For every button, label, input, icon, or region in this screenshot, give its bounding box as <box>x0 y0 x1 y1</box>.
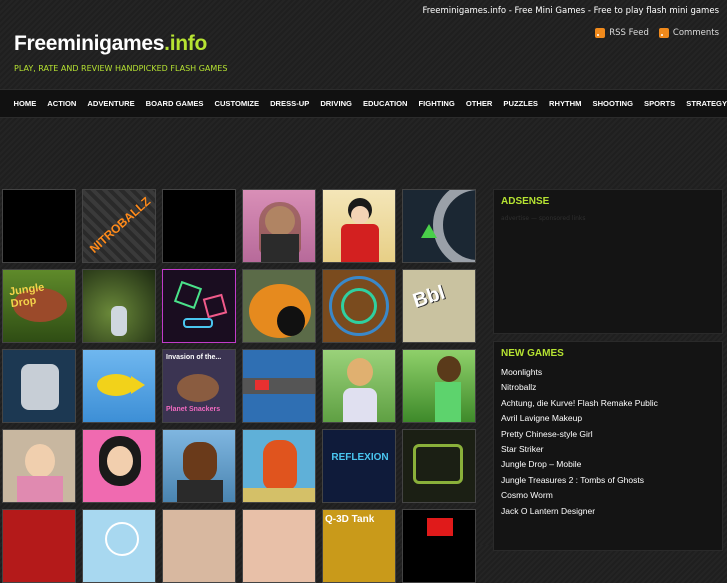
nav-item-other[interactable]: OTHER <box>460 99 498 108</box>
new-game-link[interactable]: Pretty Chinese-style Girl <box>501 427 715 442</box>
new-games-list: Moonlights Nitroballz Achtung, die Kurve… <box>494 365 722 519</box>
nav-item-rhythm[interactable]: RHYTHM <box>544 99 587 108</box>
rss-icon <box>595 28 606 38</box>
adsense-panel: ADSENSE advertise — sponsored links <box>493 189 723 334</box>
game-thumb-jack-o-lantern[interactable] <box>242 269 316 343</box>
site-logo[interactable]: Freeminigames.info <box>14 32 207 56</box>
new-game-link[interactable]: Nitroballz <box>501 380 715 395</box>
game-thumb-chinese-girl[interactable] <box>322 189 396 263</box>
new-game-link[interactable]: Star Striker <box>501 442 715 457</box>
game-thumb-princess[interactable] <box>2 429 76 503</box>
new-game-link[interactable]: Avril Lavigne Makeup <box>501 411 715 426</box>
new-games-panel: NEW GAMES Moonlights Nitroballz Achtung,… <box>493 341 723 551</box>
q3d-tank-title: Q-3D Tank <box>325 514 375 525</box>
game-thumb-reflexion[interactable]: REFLEXION <box>322 429 396 503</box>
game-thumb-two-faces[interactable] <box>162 509 236 583</box>
new-game-link[interactable]: Achtung, die Kurve! Flash Remake Public <box>501 396 715 411</box>
game-thumb-planet-snackers[interactable]: Invasion of the... Planet Snackers <box>162 349 236 423</box>
main-nav: HOME ACTION ADVENTURE BOARD GAMES CUSTOM… <box>0 89 727 118</box>
nav-item-dress-up[interactable]: DRESS-UP <box>265 99 315 108</box>
game-thumb-bubble-blue[interactable] <box>82 509 156 583</box>
logo-ext: .info <box>164 32 207 55</box>
rss-feed-label: RSS Feed <box>609 28 649 38</box>
logo-main: Freeminigames <box>14 32 165 55</box>
nitroballz-title: NITROBALLZ <box>86 194 154 256</box>
comments-feed-link[interactable]: Comments <box>658 28 719 38</box>
game-thumb-star-striker[interactable] <box>402 189 476 263</box>
adsense-hint: advertise — sponsored links <box>501 215 586 222</box>
adsense-title: ADSENSE <box>501 196 550 207</box>
game-thumb-cosmo-worm[interactable] <box>162 269 236 343</box>
new-game-link[interactable]: Moonlights <box>501 365 715 380</box>
tagline: PLAY, RATE AND REVIEW HANDPICKED FLASH G… <box>14 64 228 73</box>
nav-item-puzzles[interactable]: PUZZLES <box>498 99 544 108</box>
game-thumb-wheel[interactable] <box>322 269 396 343</box>
nav-item-driving[interactable]: DRIVING <box>315 99 358 108</box>
game-thumb-jungle-drop[interactable]: Jungle Drop <box>2 269 76 343</box>
nav-item-fighting[interactable]: FIGHTING <box>413 99 460 108</box>
reflexion-title: REFLEXION <box>331 452 389 463</box>
nav-item-action[interactable]: ACTION <box>42 99 82 108</box>
rss-feed-link[interactable]: RSS Feed <box>595 28 649 38</box>
new-game-link[interactable]: Jungle Drop – Mobile <box>501 457 715 472</box>
game-thumb-girl-dressup[interactable] <box>322 349 396 423</box>
game-thumb-makeover[interactable] <box>242 509 316 583</box>
game-thumb-space-invader[interactable] <box>402 509 476 583</box>
nav-item-sports[interactable]: SPORTS <box>639 99 681 108</box>
new-game-link[interactable]: Cosmo Worm <box>501 488 715 503</box>
game-thumb-city-girl[interactable] <box>162 429 236 503</box>
planet-snackers-title: Planet Snackers <box>166 406 221 413</box>
game-thumb-bubble[interactable]: Bbl <box>402 269 476 343</box>
game-thumb-pipes[interactable] <box>402 429 476 503</box>
game-thumb-achtung[interactable] <box>162 189 236 263</box>
comments-feed-label: Comments <box>672 28 719 38</box>
game-thumb-jungle-treasures[interactable] <box>82 269 156 343</box>
nav-item-strategy[interactable]: STRATEGY <box>681 99 727 108</box>
nav-item-board-games[interactable]: BOARD GAMES <box>140 99 209 108</box>
game-thumb-nitroballz[interactable]: NITROBALLZ <box>82 189 156 263</box>
game-thumb-dark-hair-girl[interactable] <box>82 429 156 503</box>
invasion-title: Invasion of the... <box>166 354 222 361</box>
nav-item-education[interactable]: EDUCATION <box>357 99 413 108</box>
game-thumb-fish[interactable] <box>82 349 156 423</box>
new-game-link[interactable]: Jungle Treasures 2 : Tombs of Ghosts <box>501 473 715 488</box>
game-thumb-avril-makeup[interactable] <box>242 189 316 263</box>
nav-item-customize[interactable]: CUSTOMIZE <box>209 99 265 108</box>
game-thumb-vase[interactable] <box>242 429 316 503</box>
nav-item-home[interactable]: HOME <box>8 99 42 108</box>
new-game-link[interactable]: Jack O Lantern Designer <box>501 504 715 519</box>
game-thumb-robot-gun[interactable] <box>2 349 76 423</box>
game-thumb-moonlights[interactable] <box>2 189 76 263</box>
new-games-title: NEW GAMES <box>501 348 564 359</box>
rss-icon <box>658 28 669 38</box>
site-title-top: Freeminigames.info - Free Mini Games - F… <box>422 6 719 16</box>
game-thumb-q3d-tank[interactable]: Q-3D Tank <box>322 509 396 583</box>
nav-item-adventure[interactable]: ADVENTURE <box>82 99 140 108</box>
nav-item-shooting[interactable]: SHOOTING <box>587 99 639 108</box>
game-thumb-red-monster[interactable] <box>2 509 76 583</box>
game-thumb-garden-girl[interactable] <box>402 349 476 423</box>
game-thumbnail-grid: NITROBALLZ Jungle Drop Bbl Invasion of t… <box>2 189 476 583</box>
feed-links: RSS Feed Comments <box>595 28 719 38</box>
game-thumb-parking[interactable] <box>242 349 316 423</box>
